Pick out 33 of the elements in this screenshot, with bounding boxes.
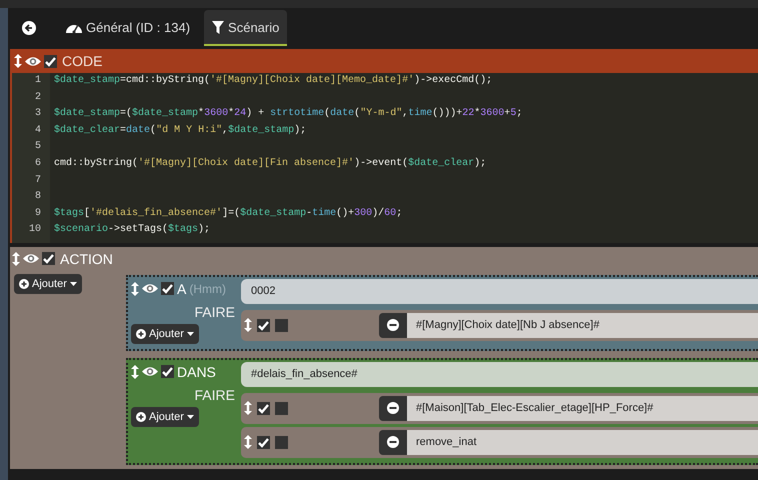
command-field[interactable]: #[Maison][Tab_Elec-Escalier_etage][HP_Force]#: [407, 396, 758, 421]
code-line: $date_clear=date("d M Y H:i",$date_stamp);: [54, 124, 308, 138]
code-line: $scenario->setTags($tags);: [54, 224, 212, 238]
code-line: $tags['#delais_fin_absence#']=($date_stamp-time()+300)/60;: [54, 208, 404, 221]
do-label: FAIRE: [194, 304, 236, 320]
value-field[interactable]: 0002: [241, 278, 758, 304]
line-number: 9: [34, 208, 42, 221]
line-number: 10: [28, 224, 42, 238]
command-field[interactable]: remove_inat: [407, 430, 758, 455]
line-number: 1: [34, 75, 42, 88]
code-line: $date_stamp=cmd::byString('#[Magny][Choix date][Memo_date]#')->execCmd();: [54, 75, 494, 88]
line-number: 5: [34, 141, 42, 154]
element-label: A: [177, 280, 186, 297]
code-line: cmd::byString('#[Magny][Choix date][Fin absence]#')->event($date_clear);: [54, 158, 488, 171]
add-button[interactable]: Ajouter: [131, 406, 199, 427]
line-number: 3: [34, 108, 42, 122]
line-number: 7: [34, 174, 42, 188]
tab[interactable]: Scénario: [204, 10, 288, 46]
add-button[interactable]: Ajouter: [14, 274, 82, 294]
command-field[interactable]: #[Magny][Choix date][Nb J absence]#: [407, 312, 758, 338]
add-button[interactable]: Ajouter: [131, 324, 199, 344]
tab[interactable]: Général (ID : 134): [58, 10, 198, 46]
block-title: CODE: [62, 53, 102, 69]
code-line: $date_stamp=($date_stamp*3600*24) + strtotime(date("Y-m-d",time()))+22*3600+5;: [54, 108, 524, 122]
block-title: ACTION: [60, 250, 113, 267]
value-field[interactable]: #delais_fin_absence#: [241, 362, 758, 387]
element-label: DANS: [177, 364, 216, 380]
format-hint: (Hmm): [189, 282, 226, 296]
do-label: FAIRE: [194, 386, 236, 403]
line-number: 8: [34, 191, 42, 204]
line-number: 6: [34, 158, 42, 171]
line-number: 2: [34, 92, 42, 105]
line-number: 4: [34, 124, 42, 138]
